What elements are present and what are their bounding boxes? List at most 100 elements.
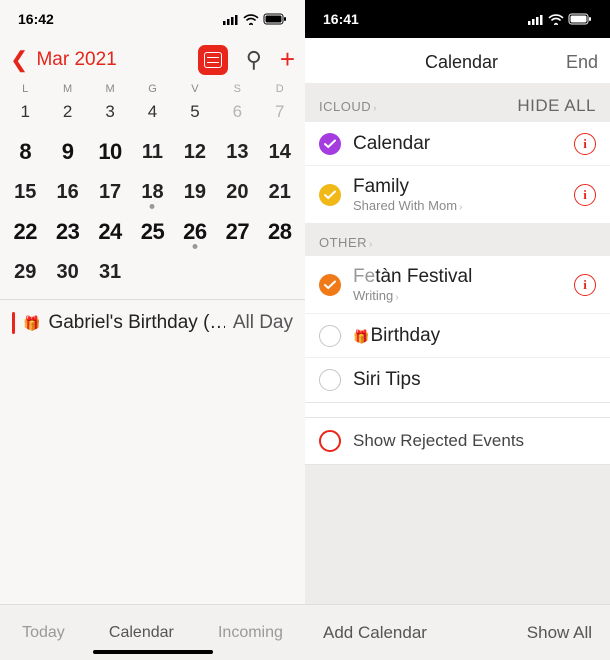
hide-all-button[interactable]: HIDE ALL [517,96,596,116]
status-icons [528,13,592,25]
back-label[interactable]: Mar 2021 [36,49,189,71]
checkbox-icon[interactable] [319,430,341,452]
incoming-button[interactable]: Incoming [218,624,283,642]
done-button[interactable]: End [566,52,598,73]
section-label: ICLOUD› [319,99,377,114]
add-calendar-button[interactable]: Add Calendar [323,623,427,643]
calendar-list-screen: 16:41 Calendar End ICLOUD› HIDE ALL Cale… [305,0,610,660]
day-cell[interactable]: 17 [89,179,131,205]
spacer [305,402,610,418]
day-cell[interactable]: 22 [4,219,46,245]
weekday-label: M [46,83,88,95]
event-row[interactable]: 🎁 Gabriel's Birthday (… All Day [0,308,305,338]
day-cell[interactable]: 9 [46,139,88,165]
day-cell[interactable]: 31 [89,259,131,285]
day-cell[interactable]: 14 [259,139,301,165]
weekday-label: G [131,83,173,95]
day-cell[interactable]: 24 [89,219,131,245]
checkbox-icon[interactable] [319,133,341,155]
calendar-name: Fetàn Festival [353,266,562,288]
day-cell[interactable]: 29 [4,259,46,285]
day-cell[interactable]: 2 [46,99,88,125]
day-cell[interactable]: 15 [4,179,46,205]
header-actions: ⚲ + [198,44,295,75]
calendar-row[interactable]: FamilyShared With Mom› i [305,166,610,223]
cellular-icon [528,14,544,25]
day-cell[interactable]: 19 [174,179,216,205]
battery-icon [263,13,287,25]
day-cell[interactable]: 4 [131,99,173,125]
calendar-info: Fetàn FestivalWriting› [353,266,562,303]
nav-title: Calendar [357,52,566,73]
day-cell [131,259,173,285]
day-cell[interactable]: 25 [131,219,173,245]
day-cell[interactable]: 27 [216,219,258,245]
home-indicator[interactable] [93,650,213,654]
chevron-right-icon: › [369,239,373,250]
day-cell[interactable]: 3 [89,99,131,125]
icloud-list: Calendari FamilyShared With Mom› i [305,122,610,223]
day-cell[interactable]: 7 [259,99,301,125]
weekday-label: S [216,83,258,95]
event-time: All Day [233,312,293,334]
birthday-icon: 🎁 [353,329,369,344]
day-cell[interactable]: 23 [46,219,88,245]
day-cell[interactable]: 26 [174,219,216,245]
status-time: 16:41 [323,11,359,27]
event-title: Gabriel's Birthday (… [48,312,224,334]
day-cell[interactable]: 21 [259,179,301,205]
back-chevron-icon[interactable]: ❮ [10,49,28,71]
today-button[interactable]: Today [22,624,65,642]
checkbox-icon[interactable] [319,325,341,347]
info-button[interactable]: i [574,133,596,155]
calendar-name: 🎁 Birthday [353,325,596,347]
day-cell[interactable]: 5 [174,99,216,125]
cellular-icon [223,14,239,25]
day-cell[interactable]: 20 [216,179,258,205]
weekday-label: D [259,83,301,95]
nav-bar: Calendar End [305,38,610,84]
day-cell[interactable]: 8 [4,139,46,165]
weekday-label: M [89,83,131,95]
list-view-button[interactable] [198,45,228,75]
calendar-row[interactable]: Fetàn FestivalWriting› i [305,256,610,314]
calendar-info: 🎁 Birthday [353,325,596,347]
show-rejected-row[interactable]: Show Rejected Events [305,418,610,465]
checkbox-icon[interactable] [319,274,341,296]
show-all-button[interactable]: Show All [527,623,592,643]
day-cell[interactable]: 28 [259,219,301,245]
calendar-info: FamilyShared With Mom› [353,176,562,213]
calendar-month-screen: 16:42 ❮ Mar 2021 ⚲ + LMMGVSD 12345678910… [0,0,305,660]
add-event-button[interactable]: + [280,44,295,75]
day-cell[interactable]: 6 [216,99,258,125]
day-cell[interactable]: 16 [46,179,88,205]
day-cell[interactable]: 12 [174,139,216,165]
day-cell[interactable]: 11 [131,139,173,165]
info-button[interactable]: i [574,274,596,296]
day-cell[interactable]: 1 [4,99,46,125]
chevron-right-icon: › [373,103,377,114]
info-button[interactable]: i [574,184,596,206]
day-cell[interactable]: 30 [46,259,88,285]
calendars-button[interactable]: Calendar [109,624,174,642]
event-color-bar [12,312,15,334]
day-cell[interactable]: 18 [131,179,173,205]
toolbar: Add Calendar Show All [305,604,610,660]
day-cell [216,259,258,285]
day-cell[interactable]: 10 [89,139,131,165]
day-cell [174,259,216,285]
battery-icon [568,13,592,25]
day-cell[interactable]: 13 [216,139,258,165]
checkbox-icon[interactable] [319,369,341,391]
calendar-row[interactable]: Calendari [305,122,610,166]
search-icon[interactable]: ⚲ [246,47,262,73]
weekday-label: L [4,83,46,95]
weekday-row: LMMGVSD [0,83,305,99]
calendar-row[interactable]: 🎁 Birthday [305,314,610,358]
calendar-row[interactable]: Siri Tips [305,358,610,402]
divider [0,299,305,300]
day-cell [259,259,301,285]
status-icons [223,13,287,25]
checkbox-icon[interactable] [319,184,341,206]
section-header-icloud: ICLOUD› HIDE ALL [305,84,610,122]
